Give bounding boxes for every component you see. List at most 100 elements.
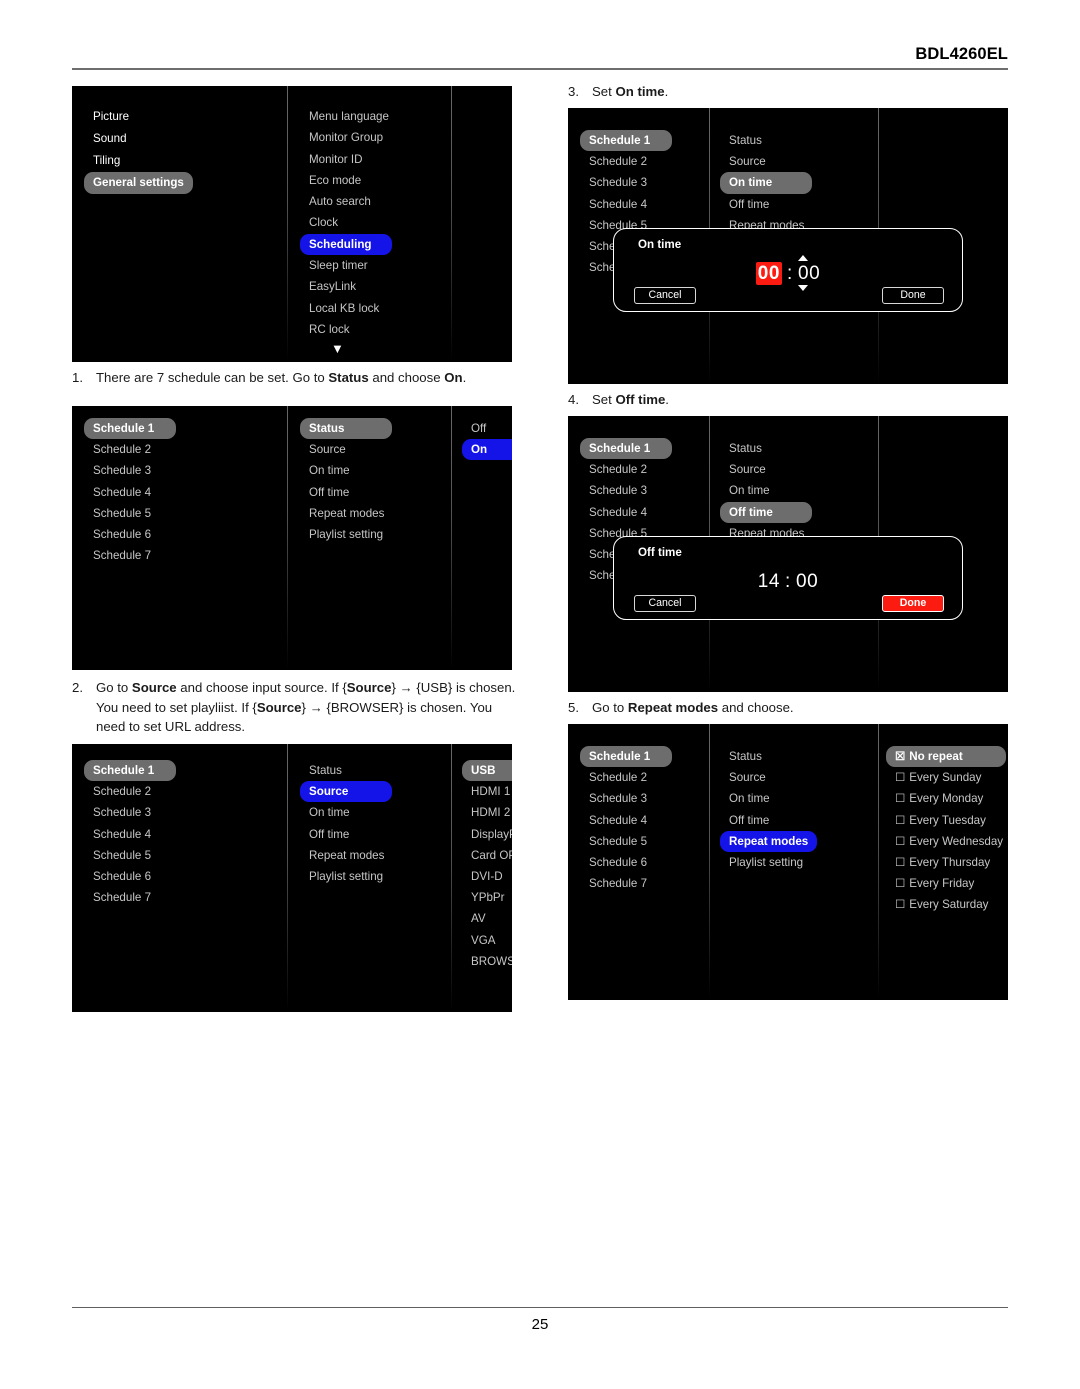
schedule-property-1[interactable]: Status [720, 130, 812, 151]
schedule-property-1[interactable]: Status [300, 760, 392, 781]
done-button[interactable]: Done [882, 595, 944, 612]
schedule-property-6[interactable]: Playlist setting [300, 866, 392, 887]
schedule-item-2[interactable]: Schedule 2 [580, 151, 672, 172]
schedule-property-1[interactable]: Status [720, 746, 812, 767]
schedule-item-6[interactable]: Schedule 6 [84, 524, 176, 545]
settings-category-1[interactable]: Picture [84, 106, 176, 128]
schedule-property-4[interactable]: Off time [300, 824, 392, 845]
schedule-property-4[interactable]: Off time [720, 501, 812, 523]
repeat-option-1[interactable]: ☒ No repeat [886, 746, 1006, 768]
schedule-item-5[interactable]: Schedule 5 [84, 845, 176, 866]
schedule-item-3[interactable]: Schedule 3 [580, 172, 672, 193]
schedule-property-6[interactable]: Playlist setting [720, 852, 812, 873]
schedule-item-3[interactable]: Schedule 3 [580, 480, 672, 501]
schedule-item-4[interactable]: Schedule 4 [580, 502, 672, 523]
schedule-property-2[interactable]: Source [300, 439, 392, 460]
schedule-item-5[interactable]: Schedule 5 [84, 503, 176, 524]
source-option-1[interactable]: USB [462, 760, 512, 782]
schedule-property-3[interactable]: On time [300, 802, 392, 823]
schedule-property-2[interactable]: Source [720, 459, 812, 480]
repeat-option-2[interactable]: ☐ Every Sunday [886, 767, 1006, 788]
schedule-item-7[interactable]: Schedule 7 [84, 545, 176, 566]
status-option-1[interactable]: Off [462, 418, 512, 439]
schedule-item-2[interactable]: Schedule 2 [84, 781, 176, 802]
schedule-property-2[interactable]: Source [720, 151, 812, 172]
minutes-field[interactable]: 00 [796, 571, 818, 592]
source-option-3[interactable]: HDMI 2 [462, 802, 512, 823]
schedule-property-2[interactable]: Source [720, 767, 812, 788]
general-setting-option-3[interactable]: Monitor ID [300, 149, 392, 170]
repeat-option-6[interactable]: ☐ Every Thursday [886, 852, 1006, 873]
schedule-item-1[interactable]: Schedule 1 [580, 746, 672, 768]
source-option-5[interactable]: Card OPS [462, 845, 512, 866]
schedule-item-4[interactable]: Schedule 4 [84, 482, 176, 503]
repeat-option-4[interactable]: ☐ Every Tuesday [886, 810, 1006, 831]
schedule-item-2[interactable]: Schedule 2 [84, 439, 176, 460]
schedule-item-4[interactable]: Schedule 4 [580, 194, 672, 215]
spinner-down-icon[interactable] [798, 285, 808, 291]
done-button[interactable]: Done [882, 287, 944, 304]
schedule-property-3[interactable]: On time [720, 788, 812, 809]
cancel-button[interactable]: Cancel [634, 287, 696, 304]
status-option-2[interactable]: On [462, 439, 512, 461]
settings-category-4[interactable]: General settings [84, 172, 193, 194]
schedule-property-3[interactable]: On time [300, 460, 392, 481]
schedule-property-4[interactable]: Off time [300, 482, 392, 503]
schedule-item-7[interactable]: Schedule 7 [580, 873, 672, 894]
source-option-4[interactable]: DisplayPort [462, 824, 512, 845]
general-setting-option-5[interactable]: Auto search [300, 191, 392, 212]
schedule-item-3[interactable]: Schedule 3 [84, 460, 176, 481]
spinner-up-icon[interactable] [798, 255, 808, 261]
source-option-10[interactable]: BROWSER [462, 951, 512, 972]
hours-field[interactable]: 14 [758, 571, 780, 592]
schedule-item-2[interactable]: Schedule 2 [580, 459, 672, 480]
hours-field[interactable]: 00 [755, 262, 783, 285]
source-option-9[interactable]: VGA [462, 930, 512, 951]
schedule-property-3[interactable]: On time [720, 480, 812, 501]
schedule-property-2[interactable]: Source [300, 781, 392, 803]
general-setting-option-9[interactable]: EasyLink [300, 276, 392, 297]
general-setting-option-4[interactable]: Eco mode [300, 170, 392, 191]
general-setting-option-10[interactable]: Local KB lock [300, 298, 392, 319]
general-setting-option-8[interactable]: Sleep timer [300, 255, 392, 276]
schedule-property-5[interactable]: Repeat modes [300, 845, 393, 866]
schedule-item-1[interactable]: Schedule 1 [84, 418, 176, 440]
schedule-property-6[interactable]: Playlist setting [300, 524, 392, 545]
general-setting-option-2[interactable]: Monitor Group [300, 127, 392, 148]
schedule-property-4[interactable]: Off time [720, 810, 812, 831]
source-option-8[interactable]: AV [462, 908, 512, 929]
chevron-down-icon[interactable]: ▼ [331, 342, 344, 355]
schedule-item-5[interactable]: Schedule 5 [580, 831, 672, 852]
settings-category-2[interactable]: Sound [84, 128, 176, 150]
schedule-item-4[interactable]: Schedule 4 [84, 824, 176, 845]
schedule-item-1[interactable]: Schedule 1 [84, 760, 176, 782]
general-setting-option-6[interactable]: Clock [300, 212, 392, 233]
general-setting-option-1[interactable]: Menu language [300, 106, 398, 127]
schedule-property-1[interactable]: Status [300, 418, 392, 440]
cancel-button[interactable]: Cancel [634, 595, 696, 612]
repeat-option-8[interactable]: ☐ Every Saturday [886, 894, 1006, 915]
source-option-7[interactable]: YPbPr [462, 887, 512, 908]
schedule-property-5[interactable]: Repeat modes [720, 830, 818, 852]
repeat-option-7[interactable]: ☐ Every Friday [886, 873, 1006, 894]
schedule-property-1[interactable]: Status [720, 438, 812, 459]
minutes-field[interactable]: 00 [798, 263, 820, 284]
schedule-item-6[interactable]: Schedule 6 [580, 852, 672, 873]
schedule-item-3[interactable]: Schedule 3 [84, 802, 176, 823]
source-option-2[interactable]: HDMI 1 [462, 781, 512, 802]
settings-category-3[interactable]: Tiling [84, 150, 176, 172]
schedule-item-2[interactable]: Schedule 2 [580, 767, 672, 788]
general-setting-option-7[interactable]: Scheduling [300, 233, 392, 256]
schedule-item-3[interactable]: Schedule 3 [580, 788, 672, 809]
schedule-item-4[interactable]: Schedule 4 [580, 810, 672, 831]
schedule-item-6[interactable]: Schedule 6 [84, 866, 176, 887]
schedule-property-5[interactable]: Repeat modes [300, 503, 393, 524]
general-setting-option-11[interactable]: RC lock [300, 319, 392, 340]
schedule-item-7[interactable]: Schedule 7 [84, 887, 176, 908]
schedule-property-3[interactable]: On time [720, 172, 812, 194]
schedule-item-1[interactable]: Schedule 1 [580, 438, 672, 460]
schedule-item-1[interactable]: Schedule 1 [580, 130, 672, 152]
schedule-property-4[interactable]: Off time [720, 194, 812, 215]
repeat-option-3[interactable]: ☐ Every Monday [886, 788, 1006, 809]
source-option-6[interactable]: DVI-D [462, 866, 512, 887]
